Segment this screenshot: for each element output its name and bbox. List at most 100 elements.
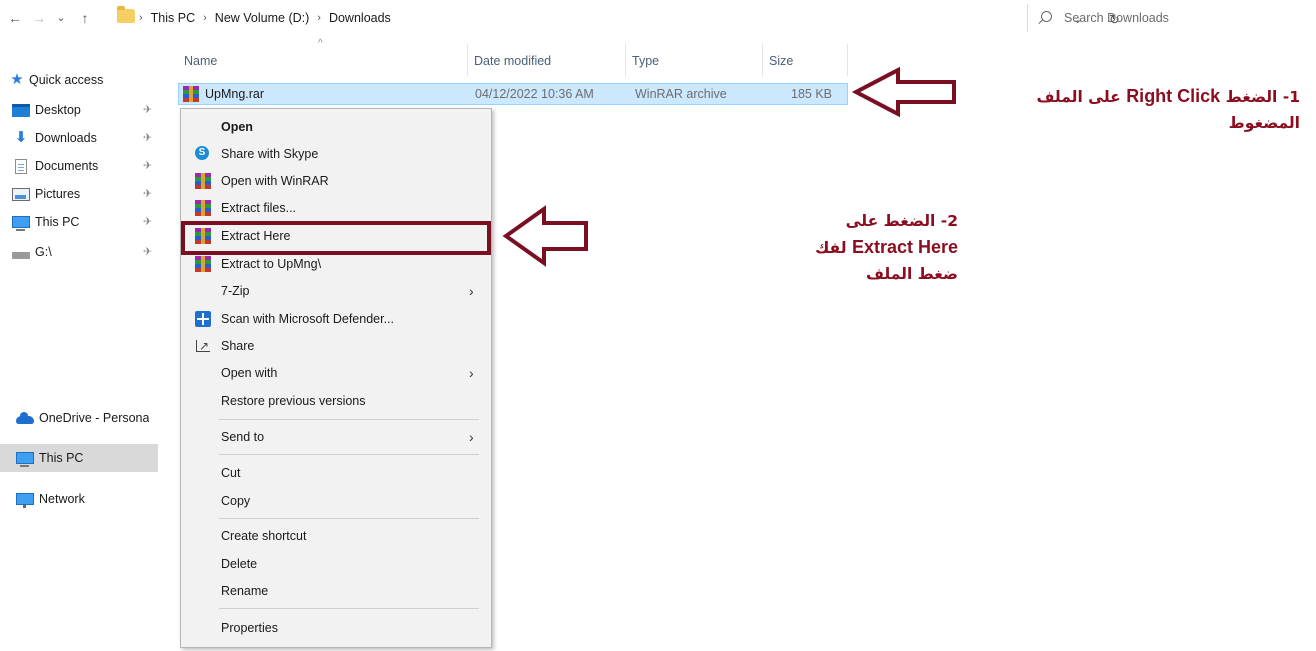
menu-item-7zip[interactable]: 7-Zip ›: [183, 279, 489, 303]
search-input[interactable]: [1064, 9, 1304, 27]
pin-icon[interactable]: ✈: [143, 245, 152, 258]
file-date: 04/12/2022 10:36 AM: [475, 87, 594, 101]
menu-item-open[interactable]: Open: [183, 115, 489, 139]
network-icon: [16, 493, 34, 508]
column-divider[interactable]: [847, 44, 848, 76]
nav-item-downloads[interactable]: ⬇ Downloads ✈: [0, 126, 158, 150]
menu-item-open-with-winrar[interactable]: Open with WinRAR: [183, 169, 489, 193]
search-icon: [1041, 11, 1052, 22]
menu-item-label: Cut: [221, 466, 241, 480]
nav-label: This PC: [39, 451, 84, 465]
menu-item-label: Send to: [221, 430, 265, 444]
menu-item-properties[interactable]: Properties: [183, 616, 489, 640]
menu-item-send-to[interactable]: Send to ›: [183, 425, 489, 449]
menu-item-share[interactable]: Share: [183, 334, 489, 358]
nav-item-this-pc[interactable]: This PC: [0, 444, 158, 472]
context-menu: Open S Share with Skype Open with WinRAR…: [180, 108, 492, 648]
nav-label: Pictures: [35, 187, 81, 201]
annotation-arrow-1: [852, 66, 956, 118]
menu-item-label: Properties: [221, 621, 278, 635]
nav-item-onedrive[interactable]: OneDrive - Persona: [0, 406, 158, 430]
nav-item-pictures[interactable]: Pictures ✈: [0, 182, 158, 206]
breadcrumb-new-volume[interactable]: New Volume (D:): [215, 11, 309, 25]
breadcrumb: › This PC › New Volume (D:) › Downloads: [139, 10, 391, 26]
column-header-type[interactable]: Type: [626, 50, 659, 72]
column-header-name[interactable]: Name: [178, 50, 217, 72]
pin-icon[interactable]: ✈: [143, 131, 152, 144]
defender-shield-icon: [195, 311, 211, 327]
pin-icon[interactable]: ✈: [143, 215, 152, 228]
menu-separator: [219, 419, 479, 420]
nav-label: OneDrive - Persona: [39, 411, 150, 425]
menu-item-label: Open with WinRAR: [221, 174, 329, 188]
file-name[interactable]: UpMng.rar: [205, 87, 264, 101]
navigation-pane: ★ Quick access Desktop ✈ ⬇ Downloads ✈ D…: [0, 36, 158, 651]
menu-item-label: Open: [221, 120, 253, 134]
nav-item-network[interactable]: Network: [0, 487, 158, 511]
pin-icon[interactable]: ✈: [143, 187, 152, 200]
annotation-text-en: Extract Here: [851, 237, 958, 257]
menu-item-restore-previous-versions[interactable]: Restore previous versions: [183, 389, 489, 413]
menu-item-label: Extract to UpMng\: [221, 257, 322, 271]
menu-item-open-with[interactable]: Open with ›: [183, 361, 489, 385]
sort-ascending-icon: ^: [318, 38, 323, 49]
menu-item-rename[interactable]: Rename: [183, 579, 489, 603]
nav-quick-access[interactable]: ★ Quick access: [0, 68, 158, 92]
menu-item-share-with-skype[interactable]: S Share with Skype: [183, 142, 489, 166]
pictures-icon: [12, 187, 30, 201]
pin-icon[interactable]: ✈: [143, 103, 152, 116]
file-size: 185 KB: [791, 87, 833, 101]
breadcrumb-separator[interactable]: ›: [317, 12, 321, 24]
nav-label: Documents: [35, 159, 99, 173]
annotation-step-1: 1- الضغط Right Click على الملف المضغوط: [960, 83, 1300, 136]
winrar-icon: [195, 256, 211, 272]
nav-label: This PC: [35, 215, 80, 229]
column-header-size[interactable]: Size: [763, 50, 793, 72]
chevron-right-icon: ›: [469, 429, 474, 445]
nav-item-g-drive[interactable]: G:\ ✈: [0, 240, 158, 264]
menu-item-label: Share with Skype: [221, 147, 319, 161]
breadcrumb-this-pc[interactable]: This PC: [151, 11, 195, 25]
menu-item-label: Delete: [221, 557, 258, 571]
nav-item-this-pc-pinned[interactable]: This PC ✈: [0, 210, 158, 234]
nav-item-desktop[interactable]: Desktop ✈: [0, 98, 158, 122]
nav-label: G:\: [35, 245, 52, 259]
menu-item-scan-defender[interactable]: Scan with Microsoft Defender...: [183, 307, 489, 331]
breadcrumb-separator: ›: [139, 12, 143, 24]
recent-locations-button[interactable]: ⌄: [52, 9, 70, 27]
menu-item-create-shortcut[interactable]: Create shortcut: [183, 524, 489, 548]
folder-icon: [117, 6, 135, 23]
menu-item-copy[interactable]: Copy: [183, 489, 489, 513]
breadcrumb-downloads[interactable]: Downloads: [329, 11, 391, 25]
menu-item-label: 7-Zip: [221, 284, 250, 298]
file-type: WinRAR archive: [635, 87, 727, 101]
skype-icon: S: [195, 146, 209, 160]
nav-label: Downloads: [35, 131, 97, 145]
forward-button[interactable]: →: [30, 9, 48, 27]
chevron-right-icon: ›: [469, 283, 474, 299]
address-toolbar: ← → ⌄ ↑ › This PC › New Volume (D:) › Do…: [0, 0, 1316, 36]
breadcrumb-separator[interactable]: ›: [203, 12, 207, 24]
search-box[interactable]: [1027, 4, 1316, 32]
nav-item-documents[interactable]: Documents ✈: [0, 154, 158, 178]
menu-item-delete[interactable]: Delete: [183, 552, 489, 576]
pin-icon[interactable]: ✈: [143, 159, 152, 172]
menu-item-label: Open with: [221, 366, 278, 380]
up-button[interactable]: ↑: [76, 9, 94, 27]
cloud-icon: [16, 411, 34, 424]
menu-item-label: Create shortcut: [221, 529, 307, 543]
column-header-date-modified[interactable]: Date modified: [468, 50, 551, 72]
back-button[interactable]: ←: [6, 9, 24, 27]
menu-item-label: Scan with Microsoft Defender...: [221, 312, 394, 326]
menu-item-label: Copy: [221, 494, 251, 508]
menu-item-cut[interactable]: Cut: [183, 461, 489, 485]
table-row[interactable]: UpMng.rar 04/12/2022 10:36 AM WinRAR arc…: [178, 83, 848, 105]
menu-item-extract-to-upmng[interactable]: Extract to UpMng\: [183, 252, 489, 276]
star-icon: ★: [10, 71, 24, 88]
desktop-icon: [12, 103, 30, 117]
menu-item-extract-files[interactable]: Extract files...: [183, 196, 489, 220]
menu-item-label: Share: [221, 339, 255, 353]
address-bar[interactable]: › This PC › New Volume (D:) › Downloads …: [113, 4, 1120, 32]
winrar-icon: [195, 173, 211, 189]
annotation-arrow-2: [502, 205, 588, 267]
